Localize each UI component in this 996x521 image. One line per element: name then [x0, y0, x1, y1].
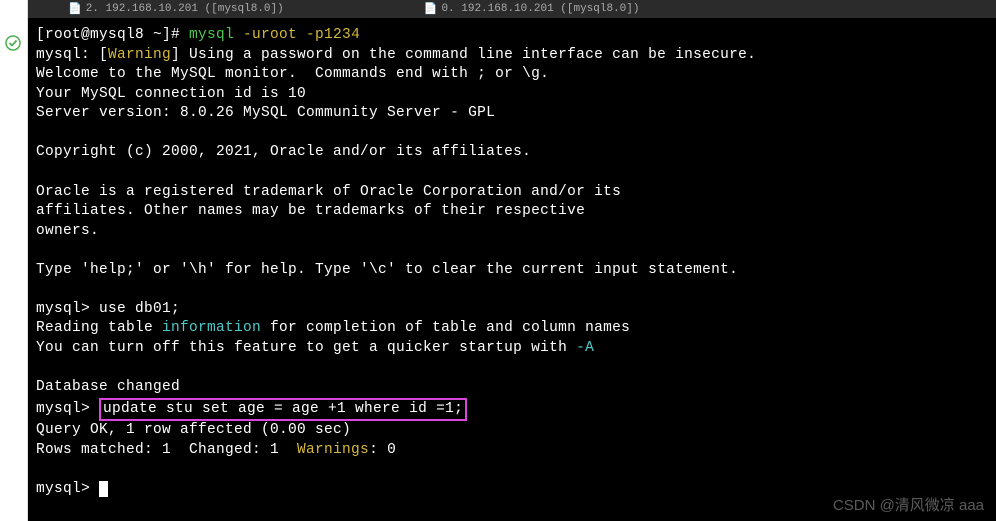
- info-word: information: [162, 320, 261, 336]
- command-text: use db01;: [99, 301, 180, 317]
- output-line: mysql: [: [36, 47, 108, 63]
- output-line: ] Using a password on the command line i…: [171, 47, 756, 63]
- tab-label: 0. 192.168.10.201 ([mysql8.0]): [441, 3, 639, 15]
- terminal-tab-bar: 📄 2. 192.168.10.201 ([mysql8.0]) 📄 0. 19…: [28, 0, 996, 18]
- output-line: : 0: [369, 442, 396, 458]
- shell-prompt: [root@mysql8 ~]#: [36, 27, 189, 43]
- file-icon: 📄: [424, 2, 438, 16]
- output-line: Query OK, 1 row affected (0.00 sec): [36, 422, 351, 438]
- command-args: -uroot -p1234: [243, 27, 360, 43]
- cursor: [99, 481, 108, 497]
- output-line: Server version: 8.0.26 MySQL Community S…: [36, 105, 495, 121]
- output-line: You can turn off this feature to get a q…: [36, 340, 576, 356]
- output-line: for completion of table and column names: [261, 320, 630, 336]
- terminal-tab-1[interactable]: 📄 2. 192.168.10.201 ([mysql8.0]): [68, 2, 284, 16]
- tab-label: 2. 192.168.10.201 ([mysql8.0]): [86, 3, 284, 15]
- file-icon: 📄: [68, 2, 82, 16]
- mysql-prompt: mysql>: [36, 401, 99, 417]
- mysql-prompt: mysql>: [36, 301, 99, 317]
- output-line: Your MySQL connection id is 10: [36, 86, 306, 102]
- output-line: owners.: [36, 223, 99, 239]
- check-icon: [4, 34, 22, 52]
- highlighted-command: update stu set age = age +1 where id =1;: [99, 398, 467, 422]
- warning-label: Warning: [108, 47, 171, 63]
- output-line: Reading table: [36, 320, 162, 336]
- warnings-label: Warnings: [297, 442, 369, 458]
- output-line: Copyright (c) 2000, 2021, Oracle and/or …: [36, 144, 531, 160]
- terminal-output[interactable]: [root@mysql8 ~]# mysql -uroot -p1234 mys…: [28, 18, 996, 521]
- output-line: Type 'help;' or '\h' for help. Type '\c'…: [36, 262, 738, 278]
- output-line: Database changed: [36, 379, 180, 395]
- command-text: mysql: [189, 27, 243, 43]
- watermark: CSDN @清风微凉 aaa: [833, 494, 984, 515]
- output-line: Oracle is a registered trademark of Orac…: [36, 184, 621, 200]
- mysql-prompt: mysql>: [36, 481, 99, 497]
- output-line: Welcome to the MySQL monitor. Commands e…: [36, 66, 549, 82]
- output-line: Rows matched: 1 Changed: 1: [36, 442, 297, 458]
- flag-text: -A: [576, 340, 594, 356]
- editor-gutter: [0, 0, 28, 521]
- terminal-tab-2[interactable]: 📄 0. 192.168.10.201 ([mysql8.0]): [424, 2, 640, 16]
- output-line: affiliates. Other names may be trademark…: [36, 203, 585, 219]
